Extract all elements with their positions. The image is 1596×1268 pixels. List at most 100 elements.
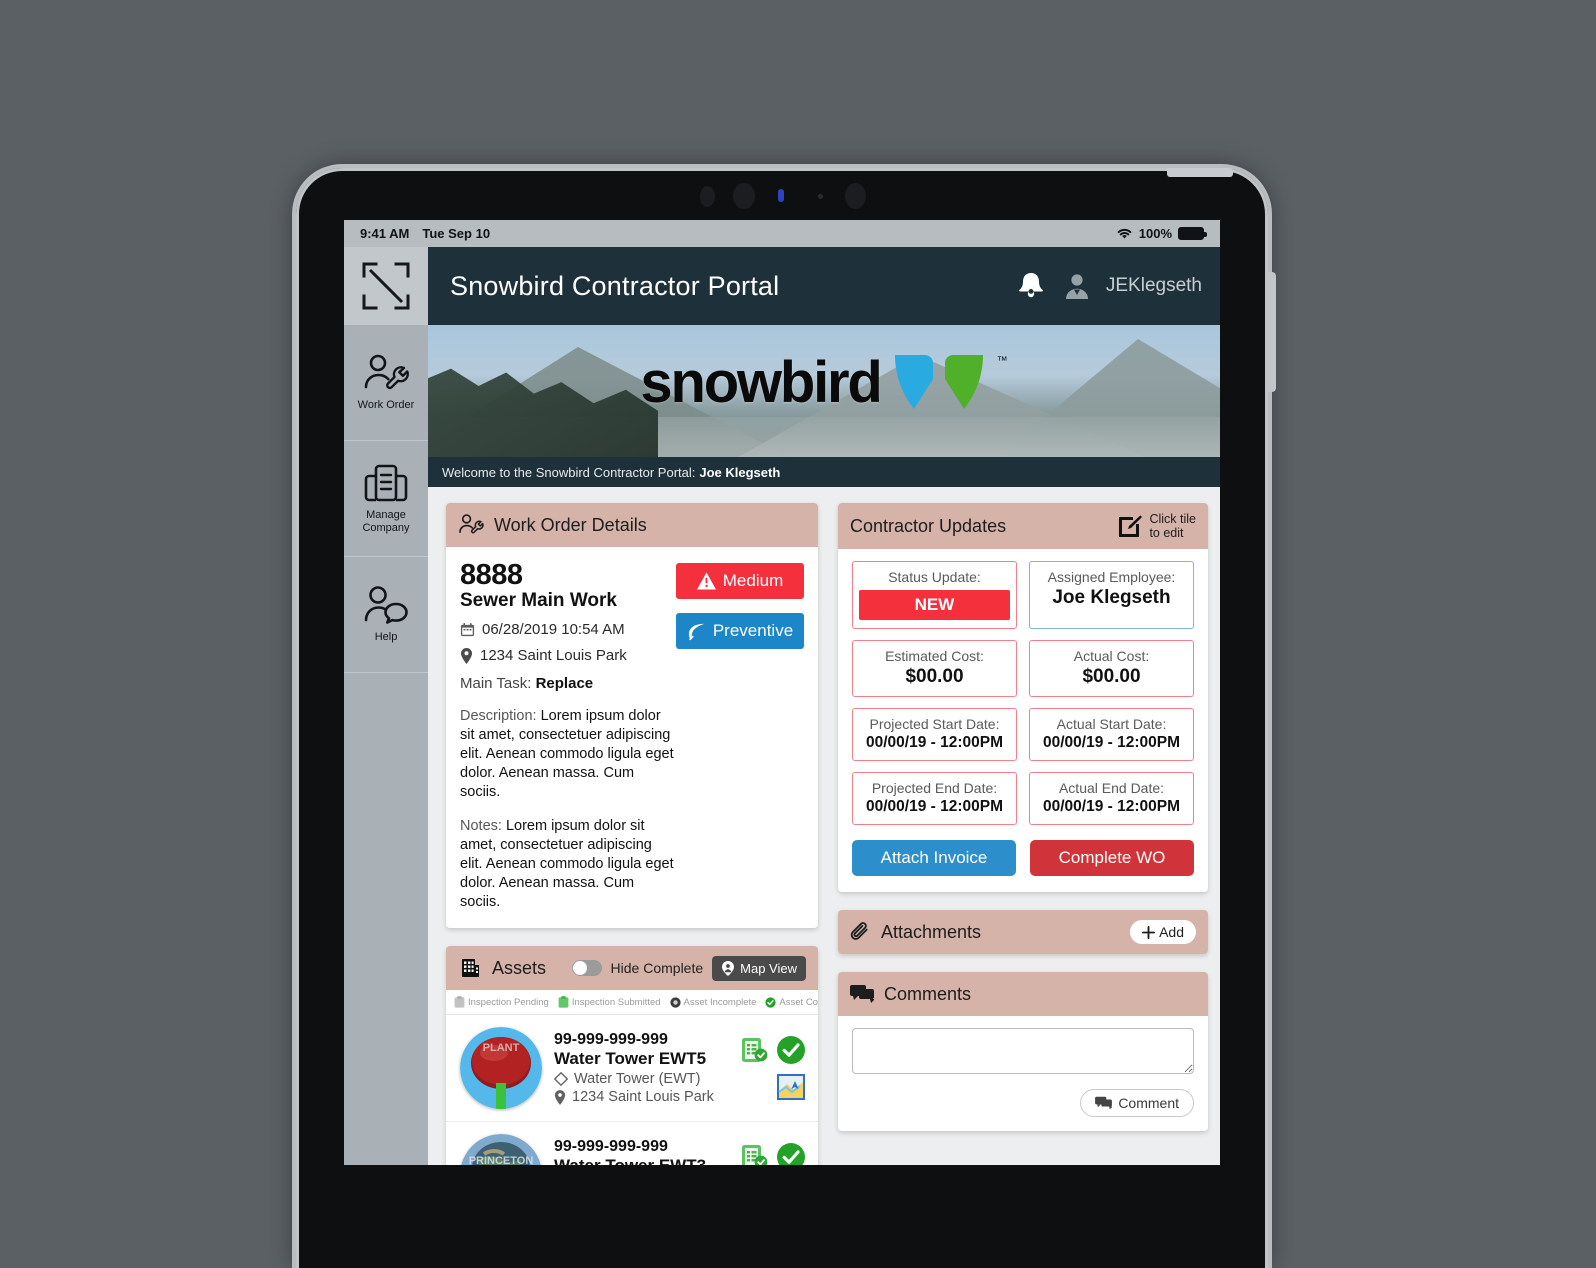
camera-indicator-led bbox=[778, 189, 784, 202]
edit-hint-line2: to edit bbox=[1149, 526, 1184, 540]
map-marker-person-icon bbox=[721, 960, 735, 976]
assets-title: Assets bbox=[492, 957, 547, 978]
attachments-card: Attachments Add bbox=[838, 910, 1208, 954]
tile-estimated-cost[interactable]: Estimated Cost: $00.00 bbox=[852, 640, 1017, 697]
tile-actual-cost[interactable]: Actual Cost: $00.00 bbox=[1029, 640, 1194, 697]
sidebar-item-manage-company-label: Manage Company bbox=[362, 509, 410, 534]
map-view-label: Map View bbox=[740, 960, 797, 976]
work-type-badge[interactable]: Preventive bbox=[676, 613, 804, 649]
sidebar-item-help-label: Help bbox=[374, 630, 398, 643]
circle-dark-icon bbox=[669, 996, 681, 1008]
comment-input[interactable] bbox=[852, 1028, 1194, 1074]
tile-actual-end-date[interactable]: Actual End Date: 00/00/19 - 12:00PM bbox=[1029, 772, 1194, 825]
tile-value: 00/00/19 - 12:00PM bbox=[865, 734, 1003, 751]
sidebar-item-work-order[interactable]: Work Order bbox=[344, 325, 428, 441]
user-avatar-icon[interactable] bbox=[1062, 271, 1092, 301]
status-bar-time: 9:41 AM bbox=[360, 226, 410, 241]
asset-list-item[interactable]: PRINCETON 99-999-999-999 Water Tower EWT… bbox=[446, 1122, 818, 1165]
legend-inspection-pending: Inspection Pending bbox=[454, 996, 549, 1008]
hide-complete-label: Hide Complete bbox=[610, 960, 704, 976]
sidebar-item-manage-company[interactable]: Manage Company bbox=[344, 441, 428, 557]
work-order-number: 8888 bbox=[460, 559, 523, 591]
battery-full-icon bbox=[1178, 227, 1207, 240]
power-button[interactable] bbox=[1167, 168, 1233, 177]
tile-label: Assigned Employee: bbox=[1047, 569, 1176, 585]
work-order-location-row: 1234 Saint Louis Park bbox=[460, 647, 676, 664]
snowbird-wordmark: snowbird bbox=[640, 350, 882, 415]
tile-projected-start-date[interactable]: Projected Start Date: 00/00/19 - 12:00PM bbox=[852, 708, 1017, 761]
sidebar-item-work-order-label: Work Order bbox=[357, 398, 415, 411]
asset-name: Water Tower EWT3 bbox=[554, 1156, 716, 1165]
asset-type-row: Water Tower (EWT) bbox=[554, 1071, 716, 1087]
clipboard-check-green-icon[interactable] bbox=[740, 1035, 768, 1065]
diamond-tag-icon bbox=[554, 1072, 568, 1086]
hide-complete-toggle[interactable] bbox=[571, 960, 602, 976]
tile-label: Projected Start Date: bbox=[869, 716, 1000, 732]
complete-wo-button[interactable]: Complete WO bbox=[1030, 840, 1194, 876]
tile-status-update[interactable]: Status Update: NEW bbox=[852, 561, 1017, 629]
comments-header: Comments bbox=[838, 972, 1208, 1016]
work-type-label: Preventive bbox=[712, 621, 794, 640]
attachments-title: Attachments bbox=[881, 921, 982, 942]
welcome-message-bar: Welcome to the Snowbird Contractor Porta… bbox=[428, 457, 1220, 487]
comments-card: Comments Comment bbox=[838, 972, 1208, 1131]
depth-sensor bbox=[845, 183, 866, 209]
tile-projected-end-date[interactable]: Projected End Date: 00/00/19 - 12:00PM bbox=[852, 772, 1017, 825]
contractor-update-tiles: Status Update: NEW Assigned Employee: Jo… bbox=[852, 561, 1194, 825]
snowbird-logo: snowbird ™ bbox=[428, 351, 1220, 415]
attach-invoice-button[interactable]: Attach Invoice bbox=[852, 840, 1016, 876]
clipboard-green-icon bbox=[558, 996, 569, 1008]
work-order-date-row: 06/28/2019 10:54 AM bbox=[460, 621, 676, 638]
legend-asset-incomplete: Asset Incomplete bbox=[669, 996, 757, 1008]
assets-status-legend: Inspection Pending Inspection Submitted bbox=[446, 990, 818, 1015]
person-wrench-icon bbox=[458, 514, 484, 536]
work-order-details-header: Work Order Details bbox=[446, 503, 818, 547]
sidebar-item-help[interactable]: Help bbox=[344, 557, 428, 673]
app-header: Snowbird Contractor Portal JEKlegseth bbox=[428, 247, 1220, 325]
calendar-icon bbox=[460, 622, 475, 637]
clipboard-gray-icon bbox=[454, 996, 465, 1008]
person-wrench-icon bbox=[363, 354, 409, 394]
tile-assigned-employee[interactable]: Assigned Employee: Joe Klegseth bbox=[1029, 561, 1194, 629]
content-area: Work Order Details 8888 Sewer Main Work bbox=[428, 487, 1220, 1165]
add-attachment-button[interactable]: Add bbox=[1130, 920, 1196, 944]
user-name-label: JEKlegseth bbox=[1105, 275, 1202, 296]
contractor-updates-body: Status Update: NEW Assigned Employee: Jo… bbox=[838, 549, 1208, 892]
tile-label: Actual Cost: bbox=[1073, 648, 1150, 664]
asset-thumbnail: PRINCETON bbox=[460, 1134, 542, 1165]
status-badge: NEW bbox=[859, 590, 1010, 620]
work-order-date: 06/28/2019 10:54 AM bbox=[482, 621, 625, 638]
check-circle-green-icon[interactable] bbox=[776, 1035, 806, 1065]
legend-label: Asset Complete bbox=[779, 996, 818, 1008]
asset-location-row: 1234 Saint Louis Park bbox=[554, 1089, 716, 1105]
tile-value: $00.00 bbox=[905, 666, 964, 687]
post-comment-button[interactable]: Comment bbox=[1080, 1089, 1194, 1117]
wifi-icon bbox=[1116, 227, 1133, 240]
work-order-notes: Notes: Lorem ipsum dolor sit amet, conse… bbox=[460, 817, 676, 912]
volume-button[interactable] bbox=[1268, 272, 1276, 392]
map-view-button[interactable]: Map View bbox=[712, 955, 806, 981]
clipboard-check-green-icon[interactable] bbox=[740, 1142, 768, 1165]
click-tile-to-edit-hint[interactable]: Click tile to edit bbox=[1117, 512, 1196, 540]
map-thumbnail-icon[interactable] bbox=[776, 1073, 806, 1101]
welcome-prefix: Welcome to the Snowbird Contractor Porta… bbox=[442, 464, 696, 480]
main-column: Snowbird Contractor Portal JEKlegseth sn… bbox=[428, 247, 1220, 1165]
legend-label: Asset Incomplete bbox=[683, 996, 757, 1008]
asset-list-item[interactable]: PLANT 99-999-999-999 Water Tower EWT5 Wa… bbox=[446, 1015, 818, 1122]
page-title: Snowbird Contractor Portal bbox=[450, 270, 780, 301]
contractor-updates-header: Contractor Updates Click tile to edit bbox=[838, 503, 1208, 549]
edit-square-pencil-icon bbox=[1117, 513, 1143, 539]
tile-value: 00/00/19 - 12:00PM bbox=[1042, 734, 1180, 751]
attachments-header: Attachments Add bbox=[838, 910, 1208, 954]
work-order-subject: Sewer Main Work bbox=[460, 590, 617, 611]
contractor-updates-card: Contractor Updates Click tile to edit St… bbox=[838, 503, 1208, 892]
priority-badge[interactable]: Medium bbox=[676, 563, 804, 599]
left-content-column: Work Order Details 8888 Sewer Main Work bbox=[446, 503, 818, 1165]
tile-actual-start-date[interactable]: Actual Start Date: 00/00/19 - 12:00PM bbox=[1029, 708, 1194, 761]
resize-brackets-icon[interactable] bbox=[344, 247, 428, 325]
notification-bell-icon[interactable] bbox=[1014, 269, 1048, 303]
snowbird-v-logo-icon bbox=[891, 351, 987, 415]
tile-value: 00/00/19 - 12:00PM bbox=[865, 798, 1003, 815]
check-circle-green-icon[interactable] bbox=[776, 1142, 806, 1165]
ios-status-bar: 9:41 AM Tue Sep 10 100% bbox=[344, 220, 1220, 247]
